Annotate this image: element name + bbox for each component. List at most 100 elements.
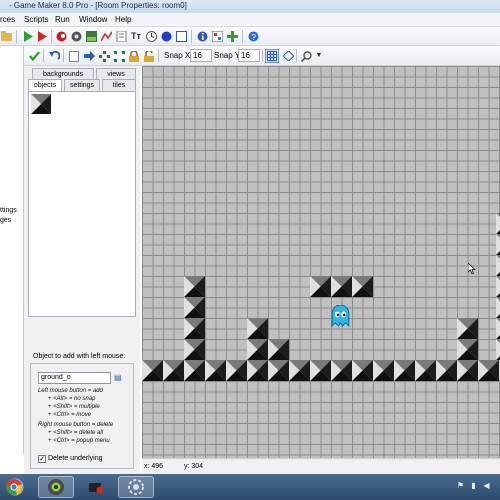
chrome-icon[interactable] (0, 476, 28, 498)
ground-block (184, 339, 205, 360)
ground-block (373, 360, 394, 381)
undo-icon[interactable] (48, 50, 60, 62)
grid-toggle-icon[interactable] (265, 49, 279, 63)
game-info-icon[interactable] (196, 30, 208, 42)
menu-scripts[interactable]: Scripts (24, 15, 48, 24)
mouse-cursor-icon (468, 263, 476, 274)
object-select-field[interactable]: ground_o (38, 372, 111, 384)
main-toolbar: Tᴛ ? (0, 27, 500, 46)
sound-icon[interactable] (70, 30, 82, 42)
game-maker-taskbar-icon[interactable] (38, 476, 74, 498)
ground-block (226, 360, 247, 381)
hint-text: + <Ctrl> = move (48, 412, 92, 418)
hint-text: + <Ctrl> = popup menu (48, 438, 110, 444)
delete-underlying-checkbox[interactable]: ✓ (38, 455, 46, 463)
ground-block (352, 276, 373, 297)
open-icon[interactable] (0, 30, 12, 42)
clear-room-icon[interactable] (68, 50, 80, 62)
tab-objects[interactable]: objects (28, 79, 62, 91)
ground-block (496, 234, 500, 255)
resource-tree-item[interactable]: ges (0, 217, 11, 224)
background-icon[interactable] (85, 30, 97, 42)
ground-block (268, 339, 289, 360)
timeline-icon[interactable] (145, 30, 157, 42)
ground-block (394, 360, 415, 381)
ground-block (163, 360, 184, 381)
ground-block (184, 297, 205, 318)
ground-block (496, 339, 500, 360)
lock-icon[interactable] (128, 50, 140, 62)
status-bar: x: 496 y: 304 (142, 458, 500, 474)
ground-block (247, 318, 268, 339)
snap-x-field[interactable]: 16 (190, 49, 212, 62)
toolbar-separator (63, 49, 64, 62)
zoom-dropdown-icon[interactable]: ▼ (313, 50, 325, 62)
resource-tree-item[interactable]: ttings (0, 207, 17, 214)
sort-y-icon[interactable] (113, 50, 125, 62)
hint-text: Right mouse button = delete (38, 422, 114, 428)
system-tray: ⚑ ▮ ◀ (456, 481, 491, 493)
gear-taskbar-icon[interactable] (118, 476, 154, 498)
toolbar-separator (51, 30, 52, 43)
room-icon[interactable] (175, 30, 187, 42)
font-icon[interactable]: Tᴛ (130, 30, 142, 42)
resource-tree-strip: ttings ges (0, 46, 24, 454)
object-preview-area (28, 91, 136, 317)
ground-block (457, 360, 478, 381)
object-menu-icon[interactable]: ▤ (114, 373, 124, 383)
toolbar-separator (43, 49, 44, 62)
toolbar-separator (262, 49, 263, 62)
manual-icon[interactable]: ? (247, 30, 259, 42)
recorder-taskbar-icon[interactable] (78, 476, 114, 498)
tab-settings[interactable]: settings (64, 79, 100, 91)
tab-tiles[interactable]: tiles (102, 79, 136, 91)
ground-block (496, 213, 500, 234)
tray-network-icon[interactable]: ▮ (469, 481, 478, 490)
object-add-group: ground_o ▤ Left mouse button = add + <Al… (30, 363, 134, 469)
hint-text: Left mouse button = add (38, 388, 103, 394)
ground-block (184, 360, 205, 381)
ground-block (496, 318, 500, 339)
ground-block (478, 360, 499, 381)
isometric-icon[interactable] (282, 50, 294, 62)
menu-run[interactable]: Run (55, 15, 70, 24)
debug-icon[interactable] (36, 30, 48, 42)
shift-room-icon[interactable] (83, 50, 95, 62)
ground-block (331, 276, 352, 297)
extensions-icon[interactable] (226, 30, 238, 42)
ok-check-icon[interactable] (28, 50, 40, 62)
ground-block (310, 276, 331, 297)
menu-window[interactable]: Window (79, 15, 107, 24)
menu-bar: rces Scripts Run Window Help (0, 13, 500, 27)
tray-flag-icon[interactable]: ⚑ (456, 481, 465, 490)
menu-resources[interactable]: rces (0, 15, 15, 24)
hint-text: + <Shift> = multiple (48, 404, 100, 410)
path-icon[interactable] (100, 30, 112, 42)
room-canvas[interactable] (142, 66, 500, 458)
ground-block (205, 360, 226, 381)
global-settings-icon[interactable] (211, 30, 223, 42)
menu-help[interactable]: Help (115, 15, 131, 24)
ground-block (310, 360, 331, 381)
ghost-player-sprite (331, 305, 350, 327)
ground-block (352, 360, 373, 381)
toolbar-separator (296, 49, 297, 62)
status-y: y: 304 (184, 463, 204, 470)
object-icon[interactable] (160, 30, 172, 42)
zoom-icon[interactable] (300, 50, 312, 62)
play-icon[interactable] (22, 30, 34, 42)
ground-block (142, 360, 163, 381)
hint-text: + <Shift> = delete all (48, 430, 104, 436)
sort-x-icon[interactable] (98, 50, 110, 62)
ground-block (415, 360, 436, 381)
sprite-icon[interactable] (55, 30, 67, 42)
snap-y-field[interactable]: 16 (238, 49, 260, 62)
ground-block (496, 297, 500, 318)
tray-volume-icon[interactable]: ◀ (482, 481, 491, 490)
ground-block (184, 276, 205, 297)
delete-underlying-row[interactable]: ✓ Delete underlying (38, 455, 102, 463)
unlock-icon[interactable] (143, 50, 155, 62)
script-icon[interactable] (115, 30, 127, 42)
ground-block (457, 339, 478, 360)
window-title: - Game Maker 8.0 Pro - [Room Properties:… (9, 1, 187, 10)
